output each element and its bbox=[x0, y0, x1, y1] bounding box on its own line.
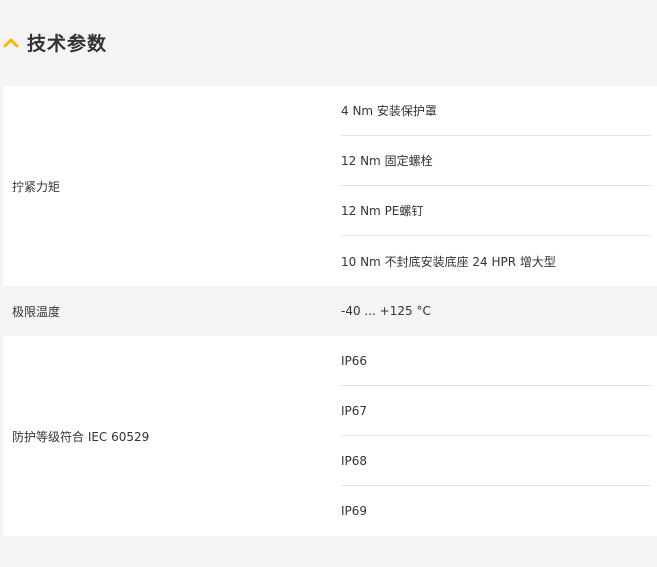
section-title: 技术参数 bbox=[27, 32, 108, 55]
spec-values: IP66 IP67 IP68 IP69 bbox=[341, 336, 657, 536]
spec-values: 4 Nm 安装保护罩 12 Nm 固定螺栓 12 Nm PE螺钉 10 Nm 不… bbox=[341, 86, 657, 286]
spec-value: 12 Nm 固定螺栓 bbox=[341, 136, 651, 186]
spec-label: 极限温度 bbox=[12, 304, 61, 319]
spec-value: 12 Nm PE螺钉 bbox=[341, 186, 651, 236]
spec-row-protection: 防护等级符合 IEC 60529 IP66 IP67 IP68 IP69 bbox=[3, 336, 657, 536]
chevron-up-icon bbox=[0, 31, 22, 53]
spec-value: IP68 bbox=[341, 436, 651, 486]
section-header-toggle[interactable]: 技术参数 bbox=[0, 22, 107, 62]
spec-value: IP67 bbox=[341, 386, 651, 436]
spec-row-torque: 拧紧力矩 4 Nm 安装保护罩 12 Nm 固定螺栓 12 Nm PE螺钉 10… bbox=[3, 86, 657, 286]
spec-value: 4 Nm 安装保护罩 bbox=[341, 86, 651, 136]
spec-label: 拧紧力矩 bbox=[12, 179, 61, 194]
spec-value: -40 ... +125 °C bbox=[341, 304, 431, 318]
spec-table: 拧紧力矩 4 Nm 安装保护罩 12 Nm 固定螺栓 12 Nm PE螺钉 10… bbox=[3, 86, 657, 536]
spec-values: -40 ... +125 °C bbox=[341, 286, 657, 336]
spec-value: 10 Nm 不封底安装底座 24 HPR 增大型 bbox=[341, 254, 556, 269]
spec-value: IP69 bbox=[341, 504, 368, 518]
spec-label: 防护等级符合 IEC 60529 bbox=[12, 429, 150, 444]
spec-row-temperature: 极限温度 -40 ... +125 °C bbox=[3, 286, 657, 336]
spec-value: IP66 bbox=[341, 336, 651, 386]
